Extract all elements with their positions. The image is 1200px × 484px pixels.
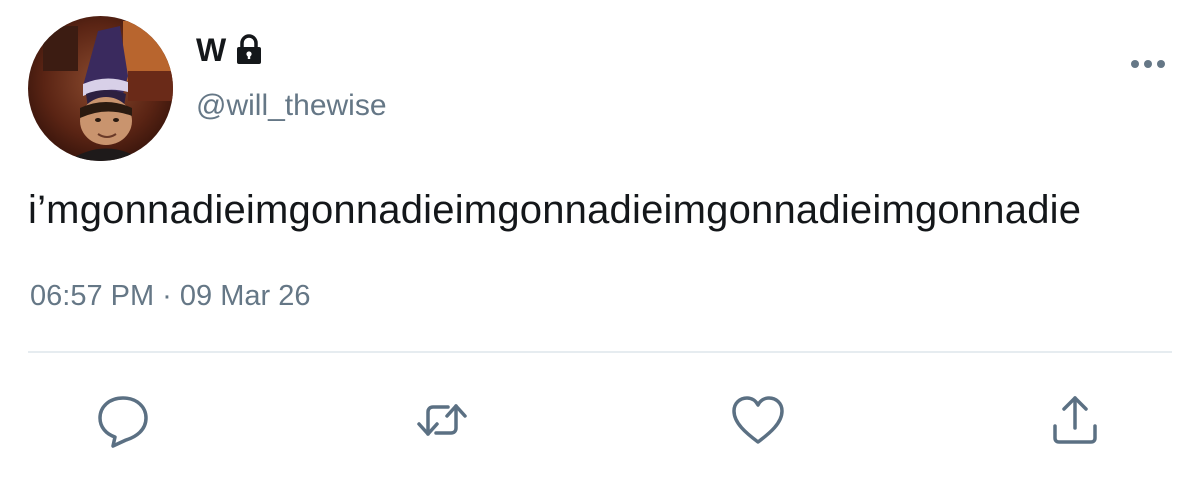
retweet-button[interactable]: [412, 390, 472, 450]
display-name-row: W: [196, 30, 266, 70]
heart-icon: [732, 396, 784, 444]
action-bar: [0, 390, 1200, 450]
share-icon: [1053, 396, 1097, 444]
tweet-card: W @will_thewise i’mgonnadieimgonnadieimg…: [0, 0, 1200, 484]
avatar[interactable]: [28, 16, 173, 161]
tweet-text: i’mgonnadieimgonnadieimgonnadieimgonnadi…: [28, 188, 1082, 232]
more-options-button[interactable]: [1126, 46, 1170, 82]
reply-button[interactable]: [93, 390, 153, 450]
retweet-icon: [417, 404, 467, 436]
more-horizontal-icon: [1131, 60, 1165, 68]
reply-icon: [98, 396, 148, 448]
lock-icon: [232, 33, 266, 67]
tweet-timestamp[interactable]: 06:57 PM · 09 Mar 26: [30, 278, 310, 314]
avatar-image: [28, 16, 173, 161]
display-name[interactable]: W: [196, 30, 226, 70]
user-handle[interactable]: @will_thewise: [196, 88, 387, 124]
divider: [28, 351, 1172, 353]
share-button[interactable]: [1045, 390, 1105, 450]
like-button[interactable]: [728, 390, 788, 450]
